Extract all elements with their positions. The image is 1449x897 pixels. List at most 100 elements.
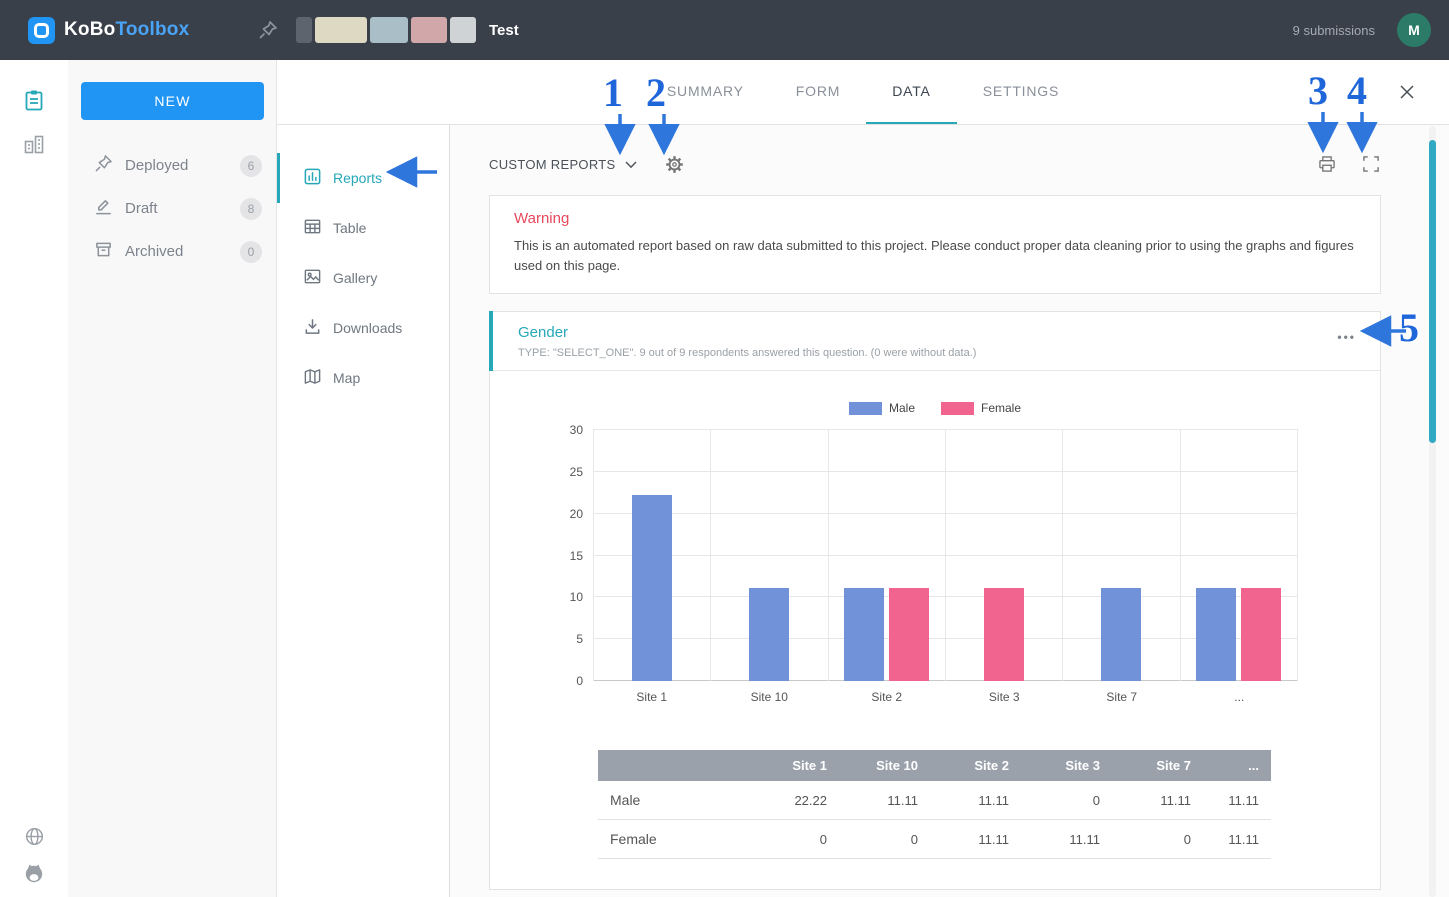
- legend-swatch: [941, 402, 974, 415]
- row-label: Male: [598, 781, 748, 820]
- table-cell: 11.11: [1203, 820, 1271, 859]
- bar-group: [711, 430, 828, 681]
- bar-group: [829, 430, 946, 681]
- table-cell: 11.11: [930, 820, 1021, 859]
- scrollbar-thumb[interactable]: [1429, 140, 1436, 443]
- bar-male[interactable]: [844, 588, 884, 681]
- legend-label: Female: [981, 401, 1021, 415]
- chart-plot-area: 051015202530: [593, 430, 1298, 681]
- y-tick-label: 25: [547, 465, 583, 479]
- kobotoolbox-logo-icon: [28, 17, 55, 44]
- report-table-body: Male22.2211.1111.11011.1111.11Female0011…: [598, 781, 1271, 859]
- app-nav-rail: [0, 60, 68, 897]
- subnav-item-label: Reports: [333, 170, 382, 186]
- chart-legend: Male Female: [490, 401, 1380, 415]
- question-title: Gender: [518, 324, 976, 341]
- table-cell: 0: [839, 820, 930, 859]
- buildings-icon: [23, 133, 45, 160]
- draft-pencil-icon: [94, 197, 113, 220]
- legend-item-male[interactable]: Male: [849, 401, 915, 415]
- projects-rail-button[interactable]: [0, 82, 68, 122]
- x-category-label: Site 3: [946, 690, 1064, 704]
- bar-female[interactable]: [889, 588, 929, 681]
- x-category-label: Site 10: [711, 690, 829, 704]
- bar-male[interactable]: [1101, 588, 1141, 681]
- redacted-swatch: [450, 17, 476, 43]
- subnav-item-reports[interactable]: Reports: [277, 153, 449, 203]
- table-cell: 11.11: [839, 781, 930, 820]
- deployed-count-badge: 6: [240, 155, 262, 177]
- report-data-table: Site 1Site 10Site 2Site 3Site 7... Male2…: [598, 750, 1271, 859]
- sidebar-item-label: Draft: [125, 200, 158, 217]
- bar-male[interactable]: [632, 495, 672, 681]
- bar-chart: MaleFemale 051015202530 Site 1Site 10Sit…: [490, 371, 1380, 704]
- report-card-header: Gender TYPE: "SELECT_ONE". 9 out of 9 re…: [490, 312, 1380, 371]
- chevron-down-icon: [625, 157, 637, 172]
- bar-female[interactable]: [984, 588, 1024, 681]
- tab-label: FORM: [796, 83, 840, 99]
- logo-toolbox-text: Toolbox: [115, 19, 189, 40]
- tab-summary[interactable]: SUMMARY: [641, 60, 770, 124]
- table-cell: 22.22: [748, 781, 839, 820]
- legend-item-female[interactable]: Female: [941, 401, 1021, 415]
- bar-male[interactable]: [1196, 588, 1236, 681]
- tab-form[interactable]: FORM: [770, 60, 866, 124]
- github-icon[interactable]: [23, 862, 45, 889]
- gear-icon[interactable]: [665, 155, 684, 174]
- close-icon[interactable]: [1397, 82, 1417, 102]
- library-rail-button[interactable]: [0, 126, 68, 166]
- project-tab-bar: SUMMARY FORM DATA SETTINGS: [277, 60, 1449, 125]
- submissions-count: 9 submissions: [1293, 23, 1375, 38]
- table-row: Female0011.1111.11011.11: [598, 820, 1271, 859]
- tab-settings[interactable]: SETTINGS: [957, 60, 1085, 124]
- sidebar-item-draft[interactable]: Draft 8: [68, 187, 276, 230]
- user-avatar[interactable]: M: [1397, 13, 1431, 47]
- bar-female[interactable]: [1241, 588, 1281, 681]
- data-subnav: Reports Table Gallery: [277, 125, 450, 897]
- subnav-item-label: Downloads: [333, 320, 402, 336]
- project-title: Test: [489, 22, 519, 39]
- sidebar-item-archived[interactable]: Archived 0: [68, 230, 276, 273]
- header-right: 9 submissions M: [1293, 13, 1449, 47]
- table-cell: 11.11: [1112, 781, 1203, 820]
- subnav-item-label: Table: [333, 220, 366, 236]
- table-cell: 11.11: [1021, 820, 1112, 859]
- bar-group: [1063, 430, 1180, 681]
- sidebar-item-deployed[interactable]: Deployed 6: [68, 144, 276, 187]
- subnav-item-downloads[interactable]: Downloads: [277, 303, 449, 353]
- table-grid-icon: [303, 217, 322, 239]
- map-icon: [303, 367, 322, 389]
- gender-report-card: Gender TYPE: "SELECT_ONE". 9 out of 9 re…: [489, 311, 1381, 890]
- report-table-header-row: Site 1Site 10Site 2Site 3Site 7...: [598, 750, 1271, 781]
- table-row: Male22.2211.1111.11011.1111.11: [598, 781, 1271, 820]
- custom-reports-dropdown[interactable]: CUSTOM REPORTS: [489, 157, 637, 172]
- tab-data[interactable]: DATA: [866, 60, 956, 124]
- new-project-button[interactable]: NEW: [81, 82, 264, 120]
- sidebar-item-label: Archived: [125, 243, 183, 260]
- warning-card: Warning This is an automated report base…: [489, 195, 1381, 294]
- print-icon[interactable]: [1317, 154, 1337, 174]
- clipboard-icon: [23, 88, 45, 117]
- project-header: Test: [258, 17, 519, 43]
- table-cell: 0: [1112, 820, 1203, 859]
- legend-label: Male: [889, 401, 915, 415]
- subnav-item-gallery[interactable]: Gallery: [277, 253, 449, 303]
- bar-male[interactable]: [749, 588, 789, 681]
- table-cell: 11.11: [930, 781, 1021, 820]
- tab-label: SETTINGS: [983, 83, 1059, 99]
- support-globe-icon[interactable]: [24, 826, 45, 852]
- tab-label: DATA: [892, 83, 930, 99]
- subnav-item-label: Map: [333, 370, 360, 386]
- bar-group: [1181, 430, 1298, 681]
- subnav-item-table[interactable]: Table: [277, 203, 449, 253]
- top-header: KoBoToolbox Test 9 submissions M: [0, 0, 1449, 60]
- bar-group: [594, 430, 711, 681]
- subnav-item-map[interactable]: Map: [277, 353, 449, 403]
- kobotoolbox-logo[interactable]: KoBoToolbox: [0, 17, 258, 44]
- redacted-swatch: [315, 17, 367, 43]
- deployed-pin-icon: [94, 154, 113, 177]
- expand-icon[interactable]: [1361, 154, 1381, 174]
- more-menu-icon[interactable]: •••: [1335, 324, 1358, 350]
- x-category-label: Site 7: [1063, 690, 1181, 704]
- table-header-cell: Site 7: [1112, 750, 1203, 781]
